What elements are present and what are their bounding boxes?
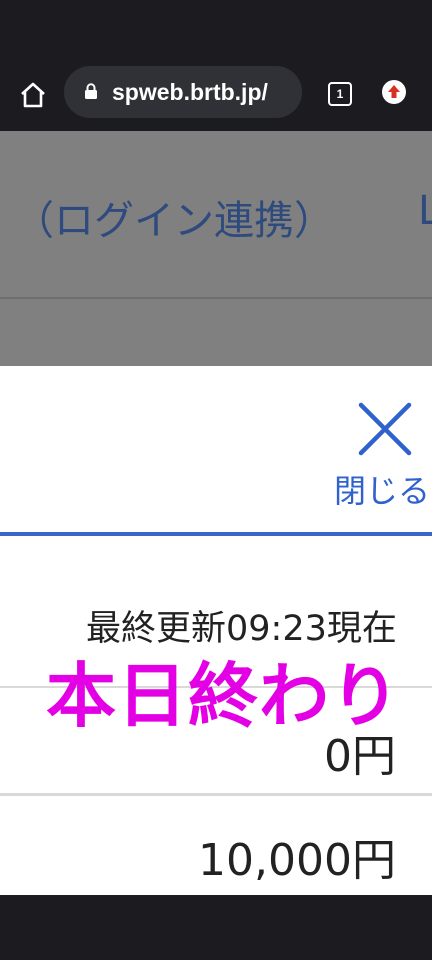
amount-value: 10,000円 (198, 835, 396, 886)
browser-menu-button[interactable] (380, 78, 408, 106)
divider (0, 297, 432, 299)
home-button[interactable] (18, 80, 48, 110)
url-text: spweb.brtb.jp/ (112, 79, 268, 105)
lock-icon (85, 83, 97, 99)
login-link-heading: （ログイン連携） (14, 198, 334, 244)
background-page: （ログイン連携） L (0, 131, 432, 366)
tab-switcher-button[interactable]: 1 (326, 80, 354, 108)
login-link-heading-cut: L (418, 188, 432, 234)
close-icon (358, 402, 412, 456)
accent-divider (0, 532, 432, 536)
home-icon (21, 82, 45, 108)
navigation-bar (0, 895, 432, 960)
status-bar (0, 0, 432, 60)
tab-count: 1 (328, 82, 352, 106)
close-label[interactable]: 閉じる (334, 466, 430, 512)
address-bar[interactable]: spweb.brtb.jp/ (64, 66, 302, 118)
row-divider (0, 793, 432, 796)
balance-panel: 閉じる 最終更新09:23現在 0円 本日終わり 10,000円 (0, 366, 432, 895)
status-banner: 本日終わり (46, 655, 401, 737)
update-arrow-icon (382, 80, 406, 104)
